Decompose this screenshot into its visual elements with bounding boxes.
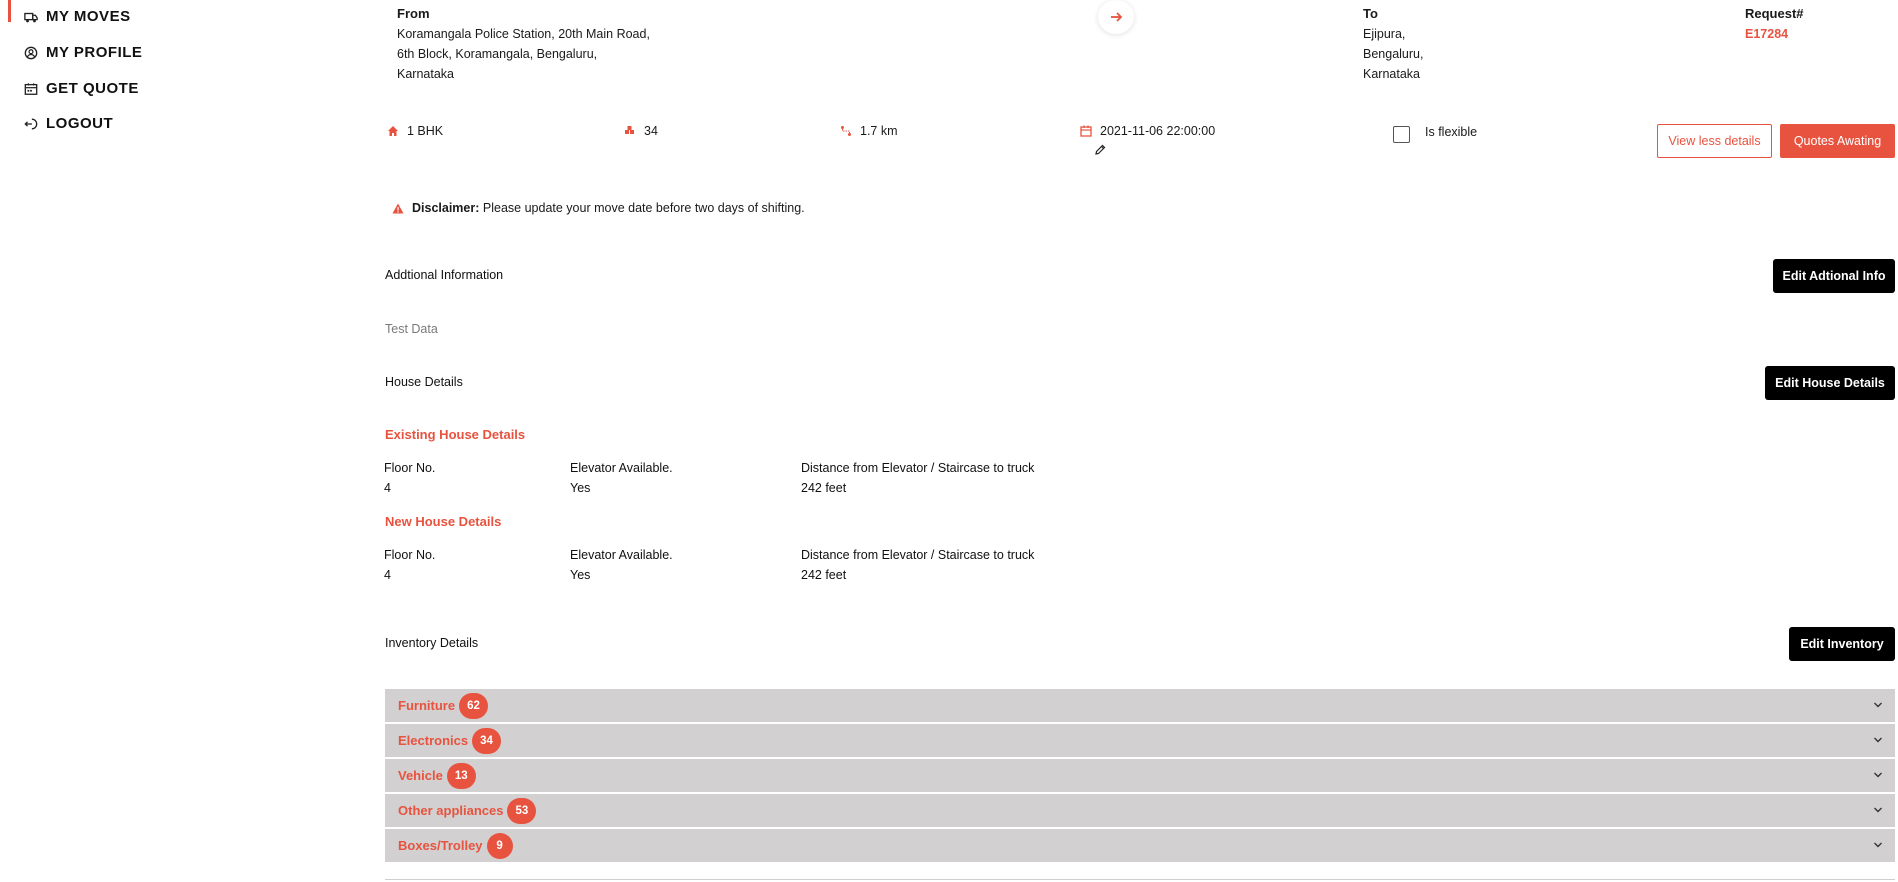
warning-icon	[392, 203, 404, 213]
from-line: Koramangala Police Station, 20th Main Ro…	[397, 27, 650, 41]
existing-floor-value: 4	[384, 481, 391, 495]
arrow-right-icon	[1111, 12, 1123, 22]
category-count-badge: 9	[486, 832, 513, 859]
move-date: 2021-11-06 22:00:00	[1080, 124, 1215, 138]
pencil-icon	[1095, 144, 1106, 155]
existing-distance-value: 242 feet	[801, 481, 847, 495]
sidebar-item-logout[interactable]: LOGOUT	[24, 115, 113, 132]
user-circle-icon	[24, 46, 38, 59]
house-details-heading: House Details	[385, 375, 463, 389]
category-name: Boxes/Trolley	[398, 838, 483, 853]
inventory-accordion: Furniture 62 Electronics 34 Vehicle 13 O…	[385, 689, 1895, 864]
request-info: Request# E17284	[1745, 4, 1804, 44]
new-house-title: New House Details	[385, 514, 502, 529]
sidebar-item-label: GET QUOTE	[46, 80, 139, 97]
active-indicator	[8, 0, 11, 22]
calendar-icon	[1080, 125, 1092, 137]
home-icon	[388, 126, 398, 136]
additional-info-heading: Addtional Information	[385, 268, 504, 282]
inventory-category-other-appliances[interactable]: Other appliances 53	[385, 794, 1895, 827]
to-label: To	[1363, 6, 1378, 21]
distance-value: 1.7 km	[860, 124, 898, 138]
new-floor-value: 4	[384, 568, 391, 582]
category-name: Vehicle	[398, 768, 443, 783]
category-name: Furniture	[398, 698, 456, 713]
inventory-heading: Inventory Details	[385, 636, 479, 650]
from-label: From	[397, 6, 430, 21]
sidebar-item-my-moves[interactable]: MY MOVES	[24, 8, 131, 25]
existing-elevator-label: Elevator Available.	[570, 461, 673, 475]
new-floor-label: Floor No.	[384, 548, 436, 562]
items-count: 34	[624, 124, 658, 138]
divider	[385, 879, 1895, 880]
sidebar-item-label: LOGOUT	[46, 115, 114, 132]
sidebar: MY MOVES MY PROFILE GET QUOTE LOGOUT	[0, 0, 300, 882]
quotes-awaiting-button[interactable]: Quotes Awating	[1780, 124, 1895, 158]
edit-additional-info-button[interactable]: Edit Adtional Info	[1773, 259, 1895, 293]
new-elevator-label: Elevator Available.	[570, 548, 673, 562]
category-name: Other appliances	[398, 803, 504, 818]
chevron-down-icon	[1874, 702, 1882, 708]
new-elevator-value: Yes	[570, 568, 591, 582]
chevron-down-icon	[1874, 772, 1882, 778]
logout-icon	[24, 118, 38, 129]
sidebar-item-get-quote[interactable]: GET QUOTE	[24, 80, 139, 97]
calendar-icon	[24, 82, 38, 95]
items-count-value: 34	[644, 124, 658, 138]
chevron-down-icon	[1874, 807, 1882, 813]
direction-arrow	[1098, 0, 1134, 34]
to-line: Ejipura,	[1363, 27, 1406, 41]
house-type-value: 1 BHK	[407, 124, 444, 138]
to-line: Karnataka	[1363, 67, 1420, 81]
category-count-badge: 34	[472, 727, 501, 754]
new-distance-value: 242 feet	[801, 568, 847, 582]
chevron-down-icon	[1874, 737, 1882, 743]
move-date-value: 2021-11-06 22:00:00	[1100, 124, 1216, 138]
existing-elevator-value: Yes	[570, 481, 591, 495]
edit-inventory-button[interactable]: Edit Inventory	[1789, 627, 1895, 661]
chevron-down-icon	[1874, 842, 1882, 848]
view-less-details-button[interactable]: View less details	[1657, 124, 1772, 158]
sidebar-item-my-profile[interactable]: MY PROFILE	[24, 44, 142, 61]
disclaimer: Disclaimer: Please update your move date…	[392, 201, 805, 215]
additional-info-value: Test Data	[385, 322, 438, 336]
flexible-label: Is flexible	[1425, 125, 1478, 139]
distance: 1.7 km	[840, 124, 898, 138]
sidebar-item-label: MY PROFILE	[46, 44, 143, 61]
category-count-badge: 62	[459, 692, 488, 719]
category-count-badge: 53	[507, 797, 537, 824]
boxes-icon	[625, 126, 634, 134]
existing-distance-label: Distance from Elevator / Staircase to tr…	[801, 461, 1035, 475]
to-address: To Ejipura, Bengaluru, Karnataka	[1363, 4, 1423, 84]
edit-date-button[interactable]	[1094, 143, 1106, 161]
to-line: Bengaluru,	[1363, 47, 1424, 61]
from-address: From Koramangala Police Station, 20th Ma…	[397, 4, 650, 84]
flexible-checkbox[interactable]	[1393, 126, 1410, 143]
from-line: Karnataka	[397, 67, 454, 81]
edit-house-details-button[interactable]: Edit House Details	[1765, 366, 1895, 400]
new-distance-label: Distance from Elevator / Staircase to tr…	[801, 548, 1035, 562]
inventory-category-boxes-trolley[interactable]: Boxes/Trolley 9	[385, 829, 1895, 862]
category-name: Electronics	[398, 733, 469, 748]
sidebar-item-label: MY MOVES	[46, 8, 131, 25]
existing-house-title: Existing House Details	[385, 427, 526, 442]
route-icon	[841, 126, 851, 136]
inventory-category-vehicle[interactable]: Vehicle 13	[385, 759, 1895, 792]
request-label: Request#	[1745, 6, 1804, 21]
inventory-category-electronics[interactable]: Electronics 34	[385, 724, 1895, 757]
house-type: 1 BHK	[387, 124, 443, 138]
inventory-category-furniture[interactable]: Furniture 62	[385, 689, 1895, 722]
disclaimer-title: Disclaimer:	[412, 201, 480, 215]
disclaimer-text: Please update your move date before two …	[482, 201, 805, 215]
request-id: E17284	[1745, 27, 1789, 41]
category-count-badge: 13	[446, 762, 476, 789]
truck-icon	[24, 12, 38, 22]
existing-floor-label: Floor No.	[384, 461, 436, 475]
from-line: 6th Block, Koramangala, Bengaluru,	[397, 47, 598, 61]
